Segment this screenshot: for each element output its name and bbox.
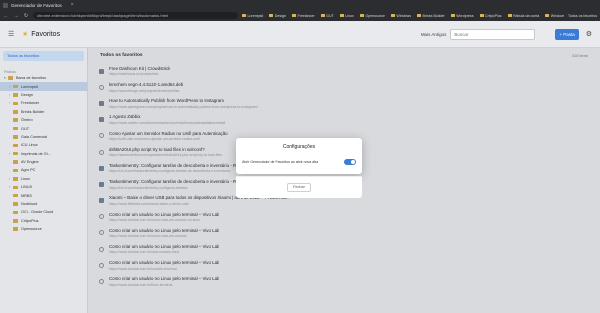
bookmark-bar-label: Brinks Builder	[422, 13, 445, 18]
folder-icon	[242, 14, 246, 17]
close-button[interactable]: Fechar	[287, 183, 311, 192]
forward-icon[interactable]: →	[13, 13, 19, 19]
bookmark-bar-item[interactable]: Linux	[339, 13, 354, 18]
bookmark-bar-label: Windows Server	[550, 13, 565, 18]
dialog-title: Configurações	[282, 144, 316, 150]
folder-icon	[269, 14, 274, 17]
open-on-new-tab-toggle[interactable]	[344, 159, 356, 165]
folder-icon	[339, 14, 344, 17]
tab-favicon-icon	[3, 2, 8, 8]
tab-close-icon[interactable]: ×	[71, 2, 74, 8]
folder-icon	[507, 14, 512, 17]
folder-icon	[479, 14, 484, 17]
bookmark-bar-item[interactable]: Windows	[390, 13, 412, 18]
bookmark-bar-item[interactable]: Rábula da conta	[507, 13, 540, 18]
bookmark-bar-item[interactable]: CritpoPlus	[479, 13, 502, 18]
address-row: ← → ↻ chrome-extension://obhkpnnfd/bkpnl…	[0, 10, 600, 21]
all-bookmarks-link[interactable]: Todos os favoritos	[568, 14, 597, 18]
back-icon[interactable]: ←	[3, 13, 9, 19]
toggle-knob	[350, 159, 356, 165]
folder-icon	[417, 14, 422, 17]
bookmark-bar-label: Lorempsit	[247, 13, 264, 18]
folder-icon	[359, 14, 364, 17]
bookmark-bar-label: CritpoPlus	[485, 13, 502, 18]
bookmark-bar-label: Windows	[396, 13, 412, 18]
bookmark-bar-label: Linux	[345, 13, 354, 18]
browser-chrome: Gerenciador de Favoritos × ← → ↻ chrome-…	[0, 0, 600, 21]
bookmark-bar-label: Design	[274, 13, 286, 18]
folder-icon	[291, 14, 296, 17]
bookmark-bar-item[interactable]: Design	[269, 14, 286, 18]
bookmark-bar-item[interactable]: Opensource	[359, 13, 385, 18]
bookmark-bar-item[interactable]: GUT	[320, 13, 334, 18]
bookmark-bar-item[interactable]: Windows Server	[545, 14, 564, 18]
folder-icon	[320, 14, 325, 17]
bookmark-bar-item[interactable]: Brinks Builder	[417, 14, 445, 18]
bookmark-bar-item[interactable]: Wordpress	[450, 13, 474, 18]
bookmark-bar-item[interactable]: Freelancer	[291, 13, 315, 18]
reload-icon[interactable]: ↻	[23, 13, 29, 19]
bookmark-bar-label: Rábula da conta	[513, 13, 540, 18]
folder-icon	[450, 14, 455, 17]
bookmark-bar-label: Freelancer	[297, 13, 315, 18]
bookmark-bar-item[interactable]: Lorempsit	[242, 14, 263, 18]
folder-icon	[545, 14, 550, 17]
tab-bar: Gerenciador de Favoritos ×	[0, 0, 600, 10]
bookmarks-bar: Lorempsit Design Freelancer GUT Linux Opensou…	[242, 14, 564, 18]
bookmark-bar-label: Opensource	[365, 13, 385, 18]
bookmark-bar-label: GUT	[326, 13, 334, 18]
address-bar[interactable]: chrome-extension://obhkpnnfd/bkpnl/bmpl/…	[33, 12, 238, 19]
settings-dialog: Configurações Abrir Gerenciador de Favor…	[236, 138, 362, 174]
bookmark-bar-label: Wordpress	[456, 13, 474, 18]
option-label: Abrir Gerenciador de Favoritos ao abrir …	[242, 160, 319, 164]
dialog-footer: Fechar	[236, 176, 362, 198]
tab-title[interactable]: Gerenciador de Favoritos	[11, 3, 62, 8]
folder-icon	[390, 14, 395, 17]
